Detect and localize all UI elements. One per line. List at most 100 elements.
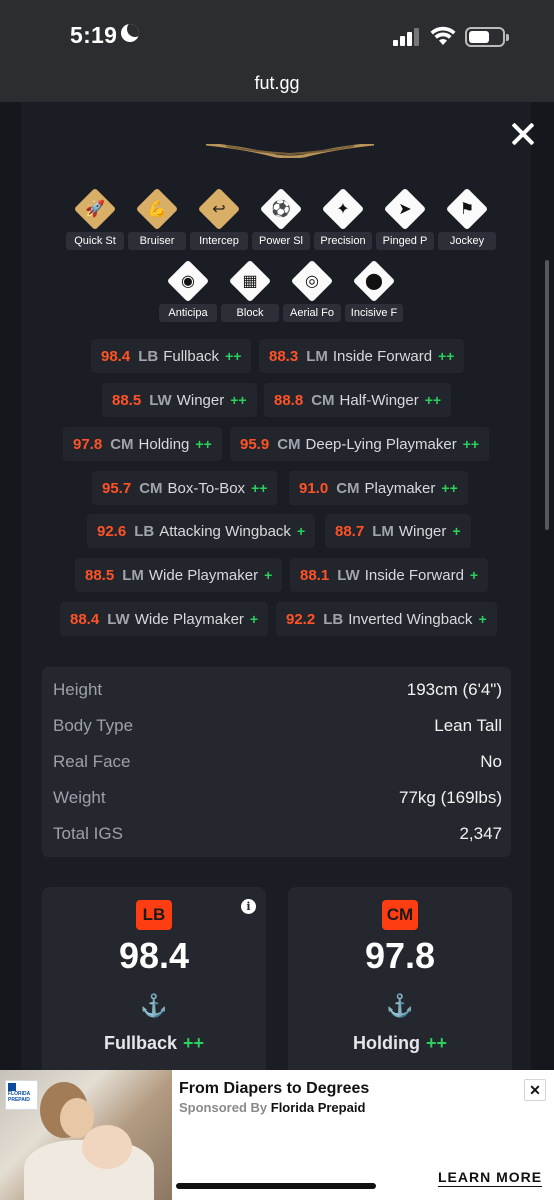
location-pin-icon: ⬤ (352, 259, 396, 303)
info-row: Weight 77kg (169lbs) (53, 788, 502, 812)
role-position: LW (149, 391, 172, 409)
role-chip[interactable]: 98.4 LB Fullback ++ (91, 339, 252, 373)
role-position: LW (107, 610, 130, 628)
info-icon[interactable]: i (241, 899, 256, 914)
info-label: Total IGS (53, 824, 123, 843)
role-chip[interactable]: 92.2 LB Inverted Wingback + (276, 602, 497, 636)
playstyle-badge[interactable]: ◉ Anticipa (159, 259, 217, 326)
role-name: Holding (138, 435, 190, 453)
cellular-signal-icon (393, 27, 423, 46)
familiarity-plus: ++ (195, 436, 212, 452)
playstyle-badge[interactable]: ⚽ Power Sl (252, 187, 310, 254)
ad-photo[interactable]: FLORIDA PREPAID (0, 1070, 172, 1200)
role-rating: 97.8 (73, 435, 103, 453)
role-rating: 88.7 (335, 522, 365, 540)
familiarity-plus: + (264, 567, 273, 583)
address-bar-url[interactable]: fut.gg (0, 73, 554, 94)
role-position: CM (110, 435, 134, 453)
role-position: CM (139, 479, 163, 497)
role-rating: 88.1 (300, 566, 330, 584)
role-position: LM (372, 522, 394, 540)
playstyle-badge[interactable]: 🚀 Quick St (66, 187, 124, 254)
playstyle-label: Pinged P (376, 232, 434, 250)
jockey-icon: ⚑ (445, 187, 489, 231)
ad-learn-more-link[interactable]: LEARN MORE (438, 1169, 543, 1187)
playstyle-badge[interactable]: ⚑ Jockey (438, 187, 496, 254)
playstyle-badge[interactable]: ➤ Pinged P (376, 187, 434, 254)
ad-brand-logo: FLORIDA PREPAID (5, 1080, 38, 1110)
role-rating: 92.2 (286, 610, 316, 628)
playstyle-label: Jockey (438, 232, 496, 250)
card-ornament-icon (206, 144, 374, 158)
role-position: LB (323, 610, 344, 628)
anchor-icon: ⚓ (140, 993, 168, 1018)
role-rating: 88.5 (112, 391, 142, 409)
player-info-table: Height 193cm (6'4") Body Type Lean Tall … (42, 667, 511, 857)
role-chip[interactable]: 97.8 CM Holding ++ (63, 427, 222, 461)
info-row: Real Face No (53, 752, 502, 776)
familiarity-plus: ++ (230, 392, 247, 408)
ad-close-button[interactable]: ✕ (524, 1079, 546, 1101)
role-chip[interactable]: 95.9 CM Deep-Lying Playmaker ++ (230, 427, 490, 461)
info-value: 77kg (169lbs) (398, 788, 502, 807)
scrollbar[interactable] (545, 260, 549, 530)
playstyle-label: Anticipa (159, 304, 217, 322)
raccoon-icon: ◉ (166, 259, 210, 303)
info-label: Weight (53, 788, 106, 807)
close-button[interactable] (507, 118, 539, 150)
role-rating: 88.5 (85, 566, 115, 584)
playstyle-badge[interactable]: ↩ Intercep (190, 187, 248, 254)
playstyle-badge[interactable]: 💪 Bruiser (128, 187, 186, 254)
role-rating: 92.6 (97, 522, 127, 540)
role-name: Playmaker (364, 479, 436, 497)
info-row: Height 193cm (6'4") (53, 680, 502, 704)
role-chip[interactable]: 88.5 LW Winger ++ (102, 383, 257, 417)
role-name: Holding ++ (352, 1033, 447, 1053)
role-position: LB (134, 522, 155, 540)
role-chip[interactable]: 88.8 CM Half-Winger ++ (264, 383, 452, 417)
playstyle-badge[interactable]: ▦ Block (221, 259, 279, 326)
advertisement-banner[interactable]: FLORIDA PREPAID From Diapers to Degrees … (0, 1070, 554, 1200)
role-name: Winger (398, 522, 447, 540)
barrier-icon: ▦ (228, 259, 272, 303)
info-label: Real Face (53, 752, 131, 771)
wifi-icon (430, 26, 456, 45)
role-chip[interactable]: 88.5 LM Wide Playmaker + (75, 558, 283, 592)
playstyle-badge[interactable]: ◎ Aerial Fo (283, 259, 341, 326)
familiarity-plus: ++ (438, 348, 455, 364)
role-name: Wide Playmaker (148, 566, 259, 584)
info-value: No (480, 752, 502, 771)
role-position: LM (306, 347, 328, 365)
role-position: CM (311, 391, 335, 409)
info-row: Body Type Lean Tall (53, 716, 502, 740)
playstyle-label: Block (221, 304, 279, 322)
status-bar: 5:19 fut.gg (0, 0, 554, 102)
playstyle-badge[interactable]: ⬤ Incisive F (345, 259, 403, 326)
role-rating-card[interactable]: LB 98.4 ⚓ Fullback ++ (42, 887, 266, 1070)
familiarity-plus: ++ (424, 392, 442, 408)
role-chip[interactable]: 88.3 LM Inside Forward ++ (259, 339, 465, 373)
info-row: Total IGS 2,347 (53, 824, 502, 848)
role-rating: 91.0 (299, 479, 329, 497)
role-rating-card[interactable]: CM 97.8 ⚓ Holding ++ (288, 887, 512, 1070)
role-chip[interactable]: 88.7 LM Winger + (325, 514, 471, 548)
role-chip[interactable]: 88.4 LW Wide Playmaker + (60, 602, 269, 636)
hook-icon: ↩ (197, 187, 241, 231)
pinged-pass-arrow-icon: ➤ (383, 187, 427, 231)
role-chip[interactable]: 92.6 LB Attacking Wingback + (87, 514, 316, 548)
familiarity-plus: ++ (251, 480, 268, 496)
role-rating-value: 98.4 (118, 935, 190, 976)
role-chip[interactable]: 91.0 CM Playmaker ++ (289, 471, 468, 505)
role-name: Attacking Wingback (159, 522, 291, 540)
familiarity-plus: + (249, 611, 259, 627)
playstyle-label: Intercep (190, 232, 248, 250)
role-position: CM (336, 479, 360, 497)
familiarity-plus: + (296, 523, 306, 539)
role-chip[interactable]: 95.7 CM Box-To-Box ++ (92, 471, 278, 505)
familiarity-plus: ++ (462, 436, 480, 452)
flexed-arm-icon: 💪 (135, 187, 179, 231)
ad-title[interactable]: From Diapers to Degrees (179, 1080, 369, 1098)
playstyle-badge[interactable]: ✦ Precision (314, 187, 372, 254)
role-chip[interactable]: 88.1 LW Inside Forward + (290, 558, 489, 592)
role-name: Inside Forward (332, 347, 433, 365)
